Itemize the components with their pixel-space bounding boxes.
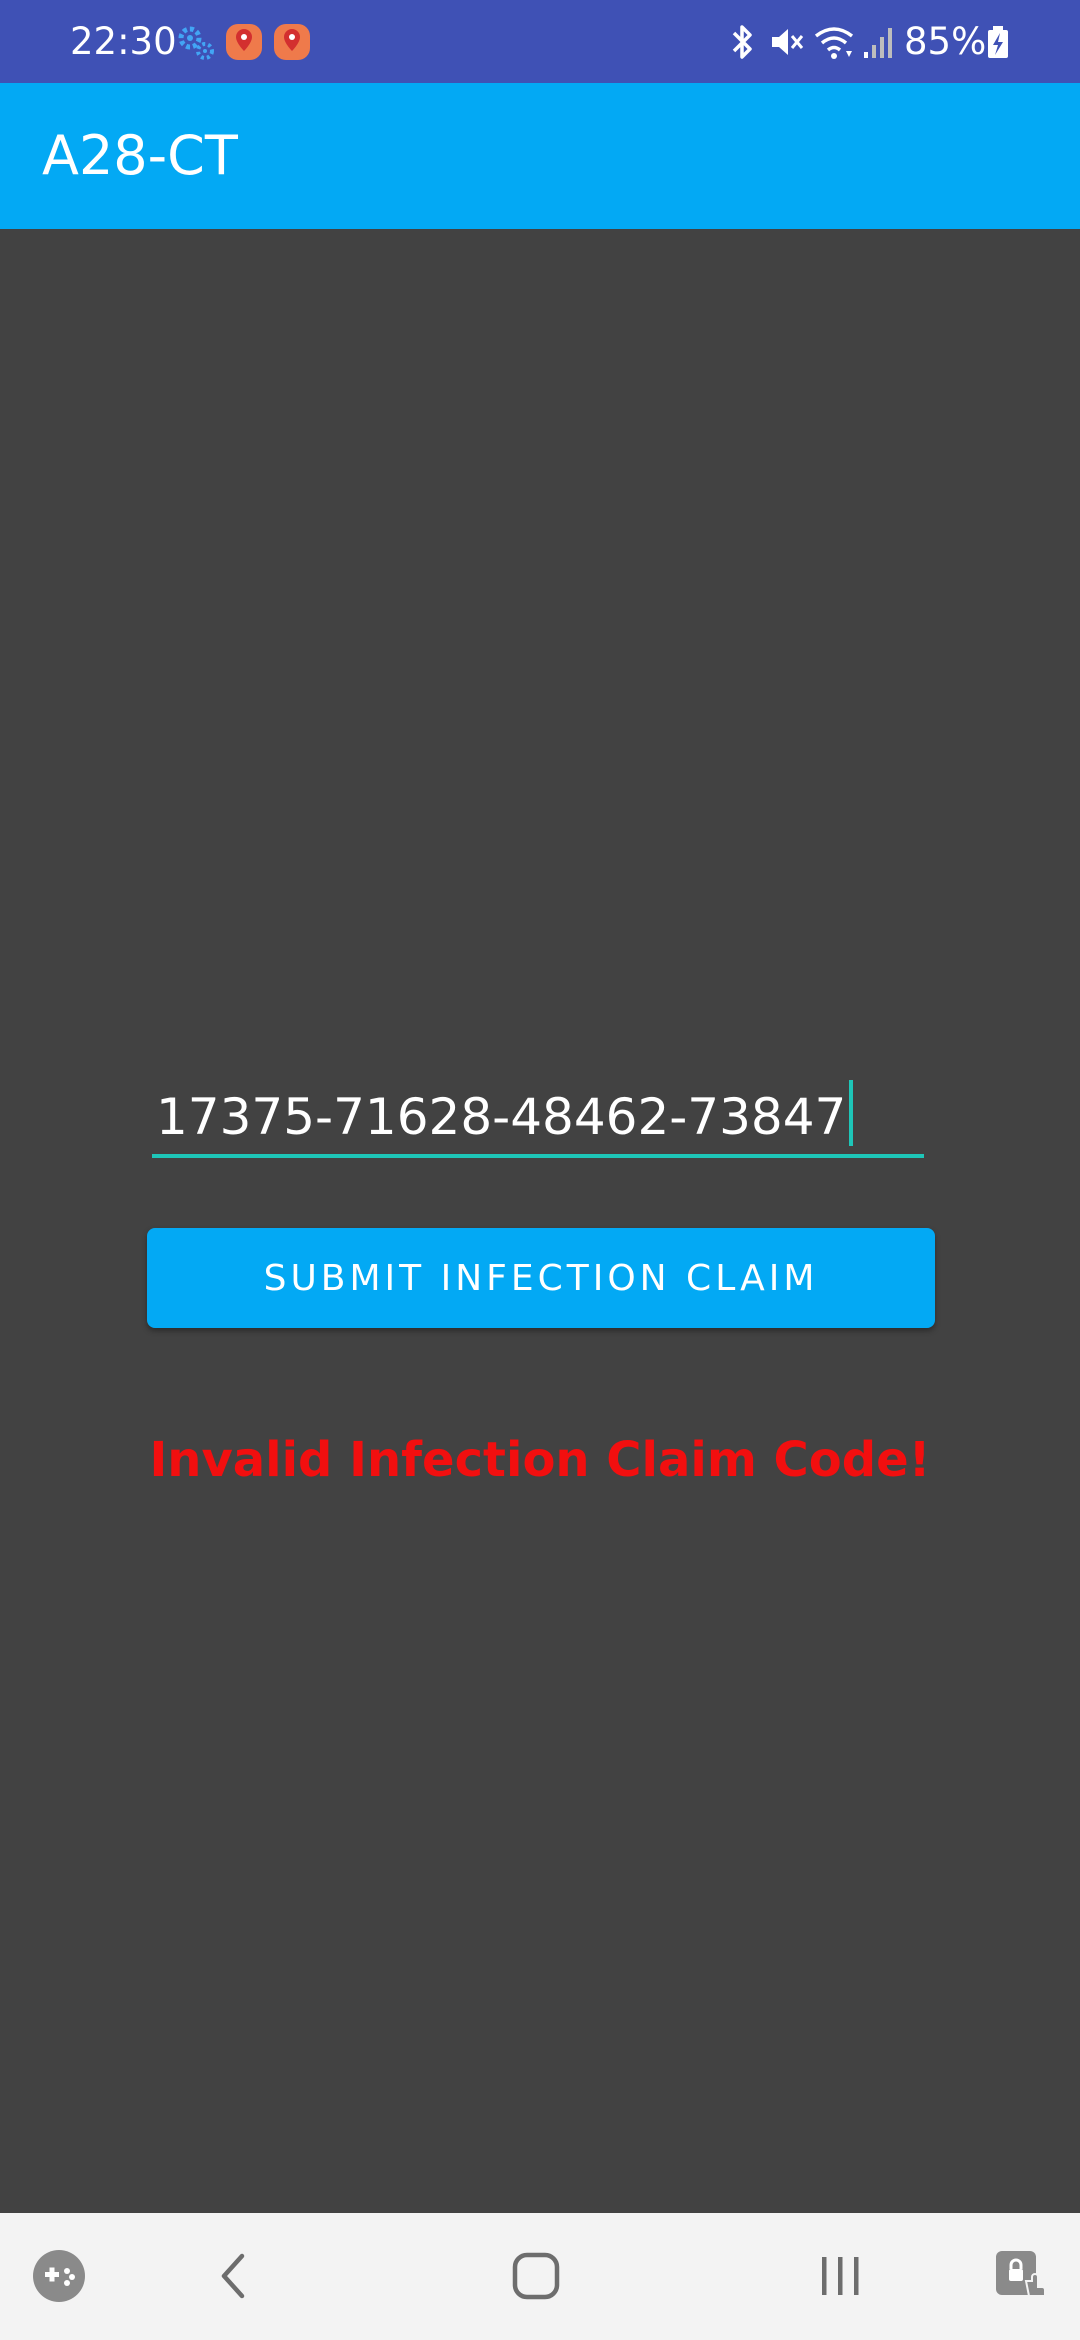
battery-percentage: 85% — [904, 20, 987, 63]
claim-code-text: 17375-71628-48462-73847 — [156, 1088, 847, 1146]
location-pin-icon — [272, 20, 312, 64]
submit-infection-claim-button[interactable]: SUBMIT INFECTION CLAIM — [147, 1228, 935, 1328]
screen-lock-icon[interactable] — [992, 2247, 1048, 2307]
signal-icon — [860, 20, 900, 64]
app-bar: A28-CT — [0, 83, 1080, 229]
status-bar: 22:30 85% — [0, 0, 1080, 83]
game-tools-icon[interactable] — [32, 2249, 86, 2307]
input-underline — [152, 1154, 924, 1158]
claim-code-field[interactable]: 17375-71628-48462-73847 — [152, 1072, 924, 1158]
claim-code-input[interactable]: 17375-71628-48462-73847 — [156, 1080, 854, 1149]
recent-apps-icon[interactable] — [818, 2253, 862, 2303]
location-pin-icon — [224, 20, 264, 64]
home-icon[interactable] — [511, 2251, 561, 2305]
wifi-icon — [812, 20, 854, 64]
app-title: A28-CT — [42, 124, 238, 187]
battery-charging-icon — [984, 20, 1012, 64]
status-time: 22:30 — [70, 20, 177, 63]
settings-gear-icon — [176, 20, 216, 64]
app-screen: 22:30 85% A28-CT 17375-71628-48462-73847… — [0, 0, 1080, 2340]
back-icon[interactable] — [212, 2251, 256, 2305]
bluetooth-icon — [722, 20, 762, 64]
text-cursor — [849, 1080, 854, 1146]
error-message: Invalid Infection Claim Code! — [149, 1432, 931, 1488]
mute-icon — [766, 20, 806, 64]
navigation-bar — [0, 2213, 1080, 2340]
